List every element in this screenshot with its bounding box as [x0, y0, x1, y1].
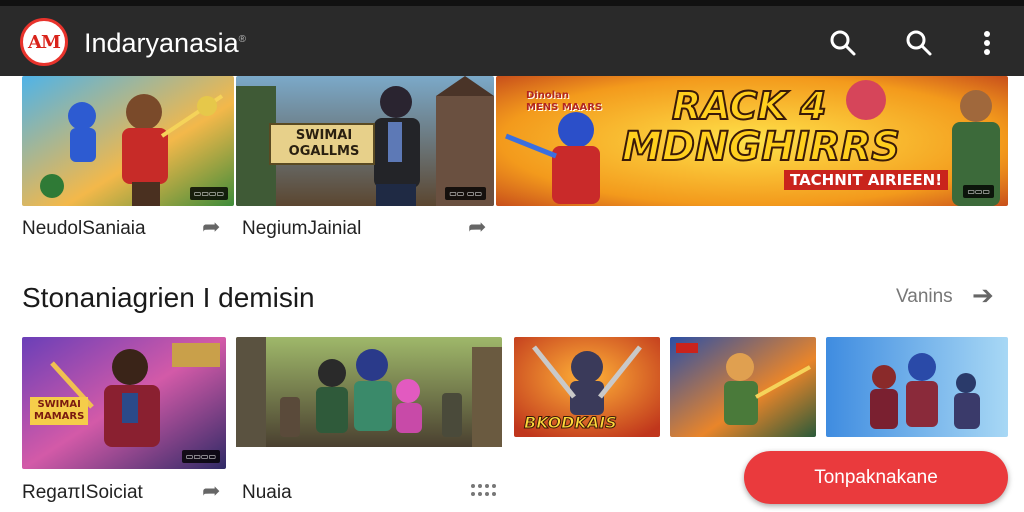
featured-banner[interactable]: Dinolan MENS MAARS RACK 4 MDNGHIRRS TACH…: [496, 76, 1008, 206]
video-thumbnail[interactable]: [236, 337, 502, 469]
duration-badge: ▭▭ ▭▭: [445, 187, 486, 200]
search-icon[interactable]: [902, 26, 936, 60]
more-vert-icon[interactable]: [970, 26, 1004, 60]
duration-badge: ▭▭▭▭: [181, 450, 220, 463]
share-icon[interactable]: ➦: [468, 214, 486, 240]
arrow-right-icon[interactable]: ➔: [972, 280, 994, 311]
duration-badge: ▭▭▭▭: [189, 187, 228, 200]
video-thumbnail[interactable]: BKODKAIS: [514, 337, 660, 437]
video-thumbnail[interactable]: ▭▭▭▭: [22, 76, 234, 206]
section-title: Stonaniagrien I demisin: [22, 282, 315, 313]
app-title-mark: ®: [238, 34, 246, 45]
thumbnail-art: [236, 337, 502, 469]
app-bar: AM Indaryanasia®: [0, 0, 1024, 76]
logo-text: AM: [28, 31, 61, 53]
video-thumbnail[interactable]: SWIMAI MAMARS ▭▭▭▭: [22, 337, 226, 469]
banner-small-logo: Dinolan MENS MAARS: [526, 90, 603, 113]
app-title-text: Indaryanasia: [84, 28, 239, 58]
more-options-icon[interactable]: [470, 482, 498, 498]
video-thumbnail[interactable]: [826, 337, 1008, 437]
share-icon[interactable]: ➦: [202, 478, 220, 504]
video-title[interactable]: NeudolSaniaia: [22, 218, 146, 240]
banner-subtitle: TACHNIT AIRIEEN!: [784, 170, 949, 190]
search-icon[interactable]: [826, 26, 860, 60]
thumbnail-overlay-text: SWIMAI OGALLMS: [288, 128, 360, 159]
app-title: Indaryanasia®: [84, 28, 246, 59]
primary-action-button[interactable]: Tonpaknakane: [744, 451, 1008, 504]
banner-headline-2: MDNGHIRRS: [621, 123, 901, 171]
duration-badge: ▭▭▭: [963, 185, 994, 198]
view-all-link[interactable]: Vanins: [896, 286, 953, 308]
video-title[interactable]: RegaπISoiciat: [22, 482, 143, 504]
thumbnail-overlay-text: SWIMAI MAMARS: [30, 397, 89, 425]
thumbnail-art: [670, 337, 816, 437]
thumbnail-overlay-text: BKODKAIS: [524, 413, 618, 433]
share-icon[interactable]: ➦: [202, 214, 220, 240]
video-thumbnail[interactable]: [670, 337, 816, 437]
video-title[interactable]: Nuaia: [242, 482, 292, 504]
video-thumbnail[interactable]: SWIMAI OGALLMS ▭▭ ▭▭: [236, 76, 494, 206]
banner-headline: RACK 4: [671, 83, 828, 129]
thumbnail-art: [826, 337, 1008, 437]
app-logo[interactable]: AM: [20, 18, 68, 66]
video-title[interactable]: NegiumJainial: [242, 218, 361, 240]
